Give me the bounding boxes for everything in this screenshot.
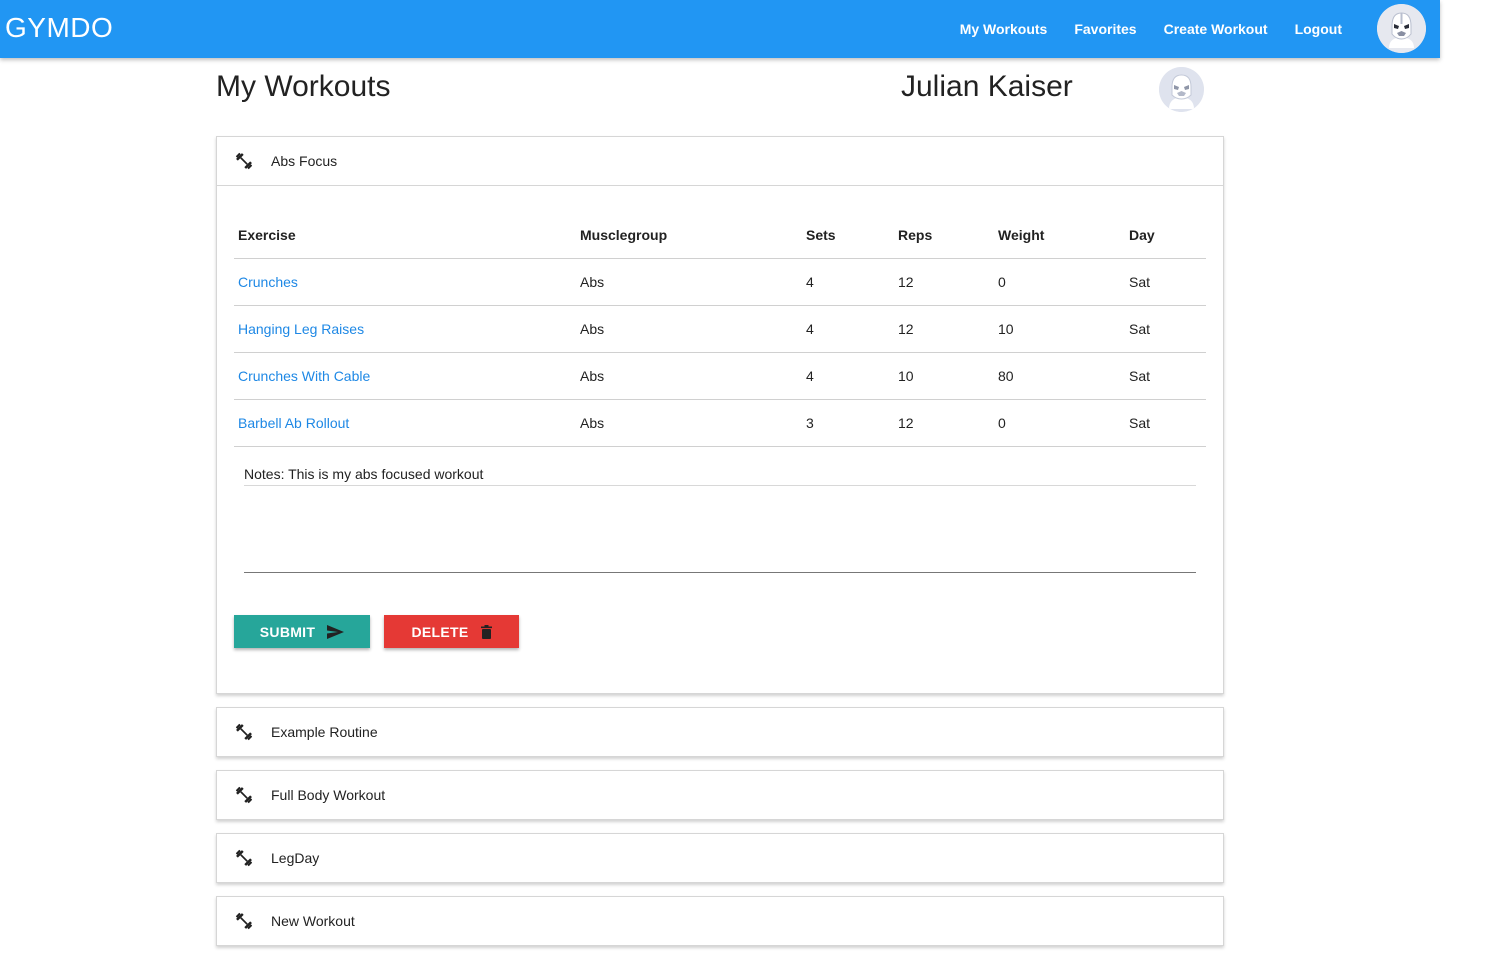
workout-panel-legday: LegDay (216, 833, 1224, 883)
brand-logo[interactable]: GYMDO (5, 12, 113, 44)
exercise-table: Exercise Musclegroup Sets Reps Weight Da… (234, 212, 1206, 447)
day-cell: Sat (1125, 305, 1206, 353)
column-header-musclegroup[interactable]: Musclegroup (576, 212, 802, 259)
workout-panel-header[interactable]: Example Routine (217, 708, 1223, 756)
sets-cell: 4 (802, 352, 894, 400)
table-header-row: Exercise Musclegroup Sets Reps Weight Da… (234, 212, 1206, 259)
weight-cell: 80 (994, 352, 1125, 400)
submit-label: SUBMIT (259, 623, 316, 640)
top-navbar: GYMDO My Workouts Favorites Create Worko… (0, 0, 1440, 58)
weight-cell: 10 (994, 305, 1125, 353)
submit-button[interactable]: SUBMIT (234, 615, 370, 648)
delete-button[interactable]: DELETE (384, 615, 519, 648)
table-row: Hanging Leg Raises Abs 4 12 10 Sat (234, 305, 1206, 353)
nav-link-create-workout[interactable]: Create Workout (1164, 21, 1268, 37)
table-row: Crunches Abs 4 12 0 Sat (234, 258, 1206, 306)
workout-panel-header[interactable]: Full Body Workout (217, 771, 1223, 819)
dumbbell-icon (235, 786, 253, 804)
notes-textarea[interactable] (244, 486, 1196, 573)
musclegroup-cell: Abs (576, 399, 802, 447)
workout-panel-header[interactable]: LegDay (217, 834, 1223, 882)
delete-label: DELETE (411, 623, 469, 640)
musclegroup-cell: Abs (576, 258, 802, 306)
column-header-reps[interactable]: Reps (894, 212, 994, 259)
workout-name: Abs Focus (271, 153, 338, 169)
table-row: Barbell Ab Rollout Abs 3 12 0 Sat (234, 399, 1206, 447)
table-row: Crunches With Cable Abs 4 10 80 Sat (234, 352, 1206, 400)
workout-panel-body: Exercise Musclegroup Sets Reps Weight Da… (217, 185, 1223, 693)
sets-cell: 4 (802, 258, 894, 306)
nav-avatar[interactable] (1377, 4, 1426, 53)
workout-panel-header[interactable]: New Workout (217, 897, 1223, 945)
page-title: My Workouts (216, 70, 391, 103)
trash-icon (480, 624, 492, 639)
workout-panel-full-body: Full Body Workout (216, 770, 1224, 820)
dumbbell-icon (235, 849, 253, 867)
nav-link-favorites[interactable]: Favorites (1074, 21, 1136, 37)
reps-cell: 12 (894, 399, 994, 447)
column-header-sets[interactable]: Sets (802, 212, 894, 259)
notes-text[interactable]: Notes: This is my abs focused workout (244, 466, 1196, 486)
dumbbell-icon (235, 912, 253, 930)
musclegroup-cell: Abs (576, 352, 802, 400)
reps-cell: 10 (894, 352, 994, 400)
day-cell: Sat (1125, 399, 1206, 447)
musclegroup-cell: Abs (576, 305, 802, 353)
sets-cell: 4 (802, 305, 894, 353)
user-name: Julian Kaiser (901, 70, 1073, 103)
sets-cell: 3 (802, 399, 894, 447)
workout-panel-header[interactable]: Abs Focus (217, 137, 1223, 185)
column-header-weight[interactable]: Weight (994, 212, 1125, 259)
profile-avatar (1159, 67, 1204, 112)
column-header-day[interactable]: Day (1125, 212, 1206, 259)
workout-name: New Workout (271, 913, 355, 929)
reps-cell: 12 (894, 258, 994, 306)
stormtrooper-avatar-icon (1377, 4, 1426, 53)
column-header-exercise[interactable]: Exercise (234, 212, 576, 259)
nav-links: My Workouts Favorites Create Workout Log… (933, 0, 1342, 58)
nav-link-my-workouts[interactable]: My Workouts (960, 21, 1048, 37)
nav-link-logout[interactable]: Logout (1295, 21, 1342, 37)
exercise-link[interactable]: Barbell Ab Rollout (234, 399, 576, 447)
dumbbell-icon (235, 723, 253, 741)
weight-cell: 0 (994, 258, 1125, 306)
exercise-link[interactable]: Crunches With Cable (234, 352, 576, 400)
dumbbell-icon (235, 152, 253, 170)
notes-field[interactable]: Notes: This is my abs focused workout (244, 466, 1196, 573)
workout-name: Example Routine (271, 724, 378, 740)
stormtrooper-avatar-icon (1159, 67, 1204, 112)
exercise-link[interactable]: Crunches (234, 258, 576, 306)
weight-cell: 0 (994, 399, 1125, 447)
send-icon (327, 624, 345, 639)
workout-name: LegDay (271, 850, 320, 866)
reps-cell: 12 (894, 305, 994, 353)
workout-panel-example-routine: Example Routine (216, 707, 1224, 757)
exercise-link[interactable]: Hanging Leg Raises (234, 305, 576, 353)
workout-panel-new-workout: New Workout (216, 896, 1224, 946)
day-cell: Sat (1125, 352, 1206, 400)
workout-panel-abs-focus: Abs Focus Exercise Musclegroup Sets Reps… (216, 136, 1224, 694)
day-cell: Sat (1125, 258, 1206, 306)
workout-name: Full Body Workout (271, 787, 386, 803)
